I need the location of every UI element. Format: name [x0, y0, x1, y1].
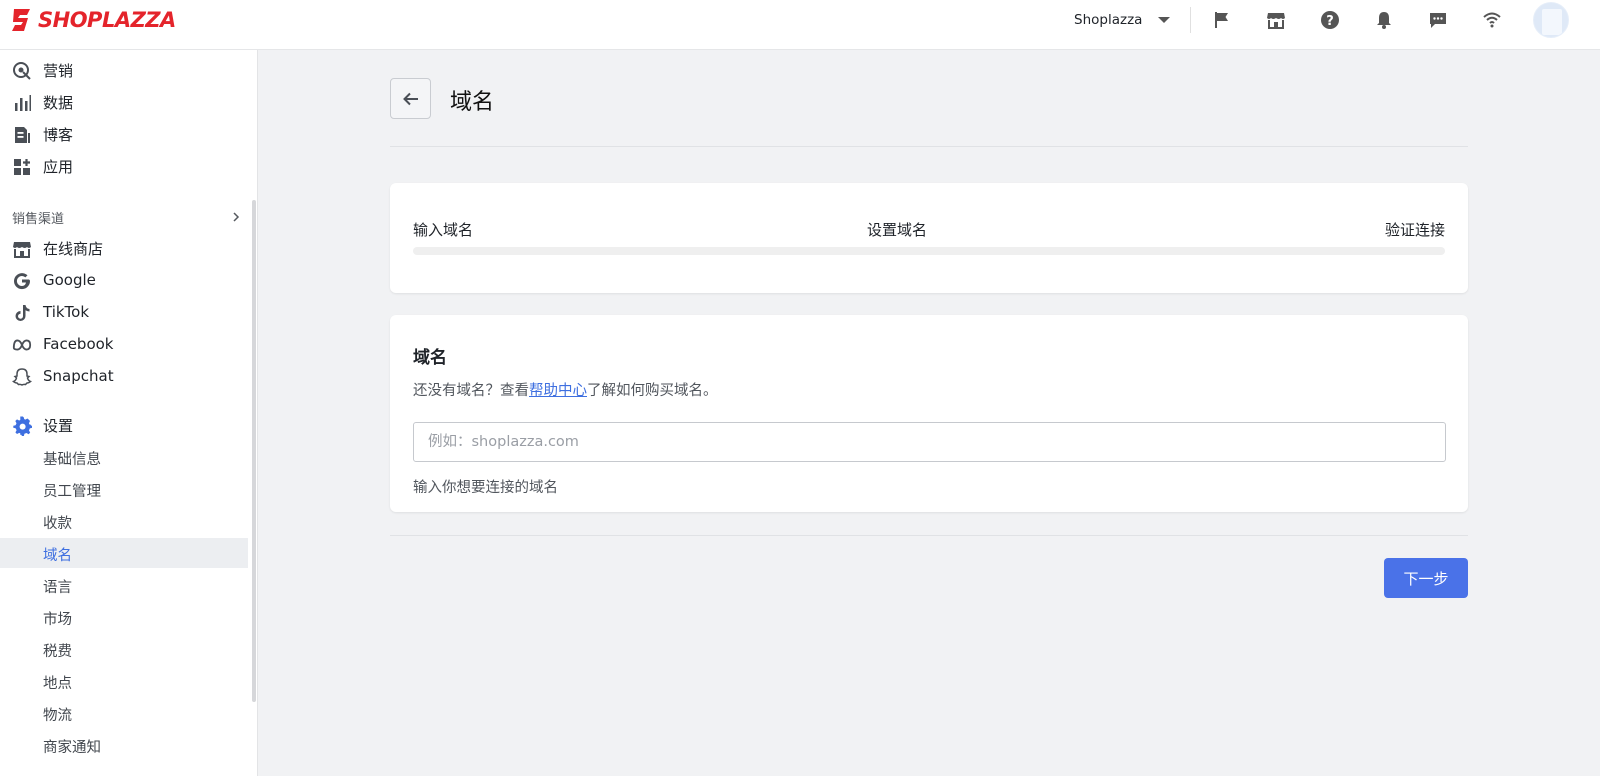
brand-name: SHOPLAZZA: [38, 8, 176, 32]
divider: [390, 535, 1468, 536]
sidebar-item-facebook[interactable]: Facebook: [0, 329, 248, 359]
bell-icon[interactable]: [1372, 8, 1396, 32]
settings-item-label: 物流: [43, 708, 72, 724]
progress-bar: [413, 247, 1445, 255]
domain-card-description: 还没有域名？查看帮助中心了解如何购买域名。: [413, 379, 718, 400]
flag-icon[interactable]: [1210, 8, 1234, 32]
sidebar-item-settings[interactable]: 设置: [0, 410, 248, 440]
description-text: 还没有域名？查看: [413, 383, 529, 399]
sidebar-item-snapchat[interactable]: Snapchat: [0, 361, 248, 391]
avatar[interactable]: [1533, 2, 1569, 38]
sidebar-item-blog[interactable]: 博客: [0, 119, 248, 149]
tiktok-icon: [12, 303, 32, 323]
blog-icon: [12, 125, 32, 145]
domain-input-hint: 输入你想要连接的域名: [413, 480, 558, 496]
settings-item-locations[interactable]: 地点: [0, 666, 248, 696]
sidebar: 营销 数据 博客 应用 销售渠道 在线商店 Google TikTok Face…: [0, 50, 258, 776]
settings-item-domain[interactable]: 域名: [0, 538, 248, 568]
sidebar-item-label: 设置: [43, 416, 74, 435]
sidebar-item-apps[interactable]: 应用: [0, 151, 248, 181]
chevron-right-icon: [233, 212, 240, 222]
settings-item-label: 员工管理: [43, 484, 101, 500]
svg-text:?: ?: [1326, 14, 1334, 29]
settings-item-payments[interactable]: 收款: [0, 506, 248, 536]
next-step-button[interactable]: 下一步: [1384, 558, 1468, 598]
settings-item-shipping[interactable]: 物流: [0, 698, 248, 728]
settings-item-label: 语言: [43, 580, 72, 596]
meta-icon: [12, 335, 32, 355]
sidebar-item-label: Facebook: [43, 335, 114, 353]
sidebar-item-data[interactable]: 数据: [0, 87, 248, 117]
top-bar: SHOPLAZZA Shoplazza ?: [0, 0, 1600, 50]
sidebar-item-label: 在线商店: [43, 239, 104, 258]
settings-item-label: 市场: [43, 612, 72, 628]
page-title: 域名: [450, 90, 495, 115]
message-icon[interactable]: [1426, 8, 1450, 32]
step-verify-connection: 验证连接: [1384, 221, 1445, 239]
domain-input[interactable]: [413, 422, 1446, 462]
bar-chart-icon: [12, 93, 32, 113]
sidebar-item-online-store[interactable]: 在线商店: [0, 233, 248, 263]
description-text: 了解如何购买域名。: [587, 383, 718, 399]
settings-item-markets[interactable]: 市场: [0, 602, 248, 632]
settings-item-taxes[interactable]: 税费: [0, 634, 248, 664]
steps-card: 输入域名 设置域名 验证连接: [390, 183, 1468, 293]
sidebar-item-label: Google: [43, 271, 96, 289]
marketing-icon: [12, 61, 32, 81]
sidebar-item-label: 数据: [43, 93, 74, 112]
sidebar-item-google[interactable]: Google: [0, 265, 248, 295]
settings-item-label: 收款: [43, 516, 72, 532]
domain-card: 域名 还没有域名？查看帮助中心了解如何购买域名。 输入你想要连接的域名: [390, 315, 1468, 512]
settings-item-staff[interactable]: 员工管理: [0, 474, 248, 504]
step-setup-domain: 设置域名: [866, 221, 928, 239]
step-enter-domain: 输入域名: [413, 221, 474, 239]
shoplazza-logo-icon: [12, 9, 30, 31]
store-switcher[interactable]: Shoplazza: [1074, 12, 1171, 28]
sidebar-item-marketing[interactable]: 营销: [0, 55, 248, 85]
divider: [1190, 7, 1191, 33]
settings-item-label: 基础信息: [43, 452, 101, 468]
settings-item-language[interactable]: 语言: [0, 570, 248, 600]
sales-channels-header[interactable]: 销售渠道: [12, 206, 242, 228]
help-icon[interactable]: ?: [1318, 8, 1342, 32]
store-name: Shoplazza: [1074, 12, 1143, 28]
sidebar-item-label: 博客: [43, 125, 74, 144]
wifi-icon[interactable]: [1480, 8, 1504, 32]
apps-icon: [12, 157, 32, 177]
divider: [390, 146, 1468, 147]
settings-item-label: 地点: [43, 676, 72, 692]
back-button[interactable]: [390, 78, 431, 119]
sidebar-item-label: TikTok: [43, 303, 90, 321]
sales-channels-title: 销售渠道: [12, 211, 65, 227]
settings-item-label: 域名: [43, 548, 72, 564]
domain-card-heading: 域名: [413, 348, 447, 368]
gear-icon: [12, 416, 32, 436]
settings-item-notifications[interactable]: 商家通知: [0, 730, 248, 760]
caret-down-icon: [1158, 17, 1171, 23]
help-center-link[interactable]: 帮助中心: [529, 383, 587, 399]
sidebar-item-tiktok[interactable]: TikTok: [0, 297, 248, 327]
sidebar-scrollbar[interactable]: [252, 200, 256, 702]
logo[interactable]: SHOPLAZZA: [10, 5, 176, 35]
google-icon: [12, 271, 32, 291]
store-icon: [12, 239, 32, 259]
settings-item-basic-info[interactable]: 基础信息: [0, 442, 248, 472]
settings-item-label: 商家通知: [43, 740, 101, 756]
store-icon[interactable]: [1264, 8, 1288, 32]
sidebar-item-label: 应用: [43, 157, 74, 176]
sidebar-item-label: 营销: [43, 61, 74, 80]
sidebar-item-label: Snapchat: [43, 367, 114, 385]
settings-item-label: 税费: [43, 644, 72, 660]
snapchat-icon: [12, 367, 32, 387]
arrow-left-icon: [402, 92, 418, 105]
